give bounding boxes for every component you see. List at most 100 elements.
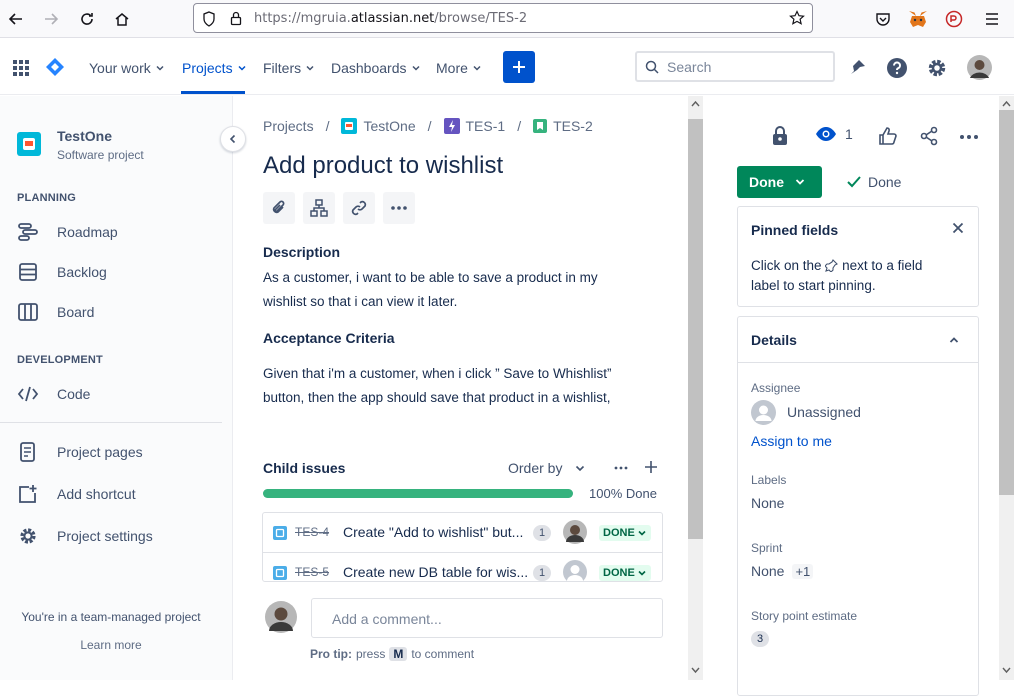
- nav-dashboards[interactable]: Dashboards: [331, 60, 422, 76]
- child-issues-more-icon[interactable]: [613, 461, 629, 475]
- notifications-icon[interactable]: [847, 58, 867, 78]
- check-icon: [847, 176, 861, 188]
- sidebar-item-project-pages[interactable]: Project pages: [17, 442, 143, 462]
- page-icon: [20, 442, 35, 462]
- story-icon: [533, 119, 548, 133]
- subtask-icon: [273, 566, 287, 580]
- top-navigation: Your work Projects Filters Dashboards Mo…: [0, 38, 1014, 95]
- eye-icon: [816, 127, 836, 141]
- right-panel-scrollbar[interactable]: [999, 96, 1014, 680]
- home-icon[interactable]: [111, 8, 133, 30]
- more-actions-button[interactable]: [383, 192, 415, 224]
- pinned-help-text: label to start pinning.: [751, 278, 876, 293]
- assignee-value[interactable]: Unassigned: [787, 404, 861, 420]
- child-issue-summary[interactable]: Create "Add to wishlist" but...: [343, 524, 523, 540]
- nav-your-work[interactable]: Your work: [89, 60, 166, 76]
- scroll-down-icon[interactable]: [1002, 666, 1011, 674]
- story-points-value[interactable]: 3: [751, 631, 769, 647]
- learn-more-link[interactable]: Learn more: [0, 638, 222, 652]
- search-input[interactable]: Search: [635, 51, 835, 82]
- issue-title[interactable]: Add product to wishlist: [263, 152, 503, 180]
- project-name: TestOne: [57, 128, 112, 144]
- add-child-issue-icon[interactable]: [644, 460, 658, 474]
- shield-icon[interactable]: [202, 11, 216, 27]
- sprint-field[interactable]: None +1: [751, 563, 814, 579]
- sidebar-item-code[interactable]: Code: [17, 384, 90, 404]
- lock-icon[interactable]: [230, 11, 242, 26]
- reload-icon[interactable]: [76, 8, 98, 30]
- nav-filters[interactable]: Filters: [263, 60, 316, 76]
- thumbs-up-icon[interactable]: [878, 126, 898, 146]
- right-scrollbar-thumb[interactable]: [999, 110, 1014, 495]
- scroll-up-icon[interactable]: [1002, 100, 1011, 108]
- breadcrumb-epic[interactable]: TES-1: [466, 118, 506, 134]
- jira-logo-icon[interactable]: [45, 57, 65, 77]
- nav-more[interactable]: More: [436, 60, 483, 76]
- table-row[interactable]: TES-4 Create "Add to wishlist" but... 1 …: [263, 513, 662, 553]
- menu-icon[interactable]: [981, 8, 1003, 30]
- breadcrumb-project[interactable]: TestOne: [363, 118, 415, 134]
- pinned-help-text: Click on the: [751, 258, 822, 273]
- order-by-button[interactable]: Order by: [508, 460, 586, 476]
- pinned-fields-title: Pinned fields: [751, 222, 839, 238]
- sidebar-item-backlog[interactable]: Backlog: [17, 262, 107, 282]
- child-issue-key[interactable]: TES-4: [295, 525, 329, 539]
- pro-tip-key: M: [389, 647, 408, 661]
- profile-avatar[interactable]: [967, 55, 992, 80]
- paperclip-icon: [272, 200, 285, 214]
- create-button[interactable]: [503, 51, 535, 83]
- sidebar-item-project-settings[interactable]: Project settings: [17, 526, 153, 546]
- help-icon[interactable]: [886, 57, 908, 79]
- table-row[interactable]: TES-5 Create new DB table for wis... 1 D…: [263, 553, 662, 581]
- chevron-down-icon: [576, 465, 585, 472]
- assign-to-me-link[interactable]: Assign to me: [751, 433, 832, 449]
- child-issue-key[interactable]: TES-5: [295, 565, 329, 579]
- add-child-issue-button[interactable]: [303, 192, 335, 224]
- pinned-fields-card: Pinned fields Click on the next to a fie…: [737, 206, 979, 307]
- pocket-icon[interactable]: [872, 8, 894, 30]
- link-issue-button[interactable]: [343, 192, 375, 224]
- metamask-extension-icon[interactable]: [907, 8, 929, 30]
- status-badge[interactable]: DONE: [599, 565, 651, 581]
- scroll-down-icon[interactable]: [691, 666, 700, 674]
- settings-icon[interactable]: [926, 57, 948, 79]
- breadcrumb-projects[interactable]: Projects: [263, 118, 314, 134]
- breadcrumb-issue[interactable]: TES-2: [553, 118, 593, 134]
- watch-button[interactable]: 1: [815, 126, 853, 142]
- more-icon[interactable]: [959, 134, 979, 140]
- assignee-label: Assignee: [751, 381, 801, 395]
- back-icon[interactable]: [5, 8, 27, 30]
- sidebar-item-board[interactable]: Board: [17, 302, 94, 322]
- project-type: Software project: [57, 148, 144, 162]
- nav-projects[interactable]: Projects: [182, 60, 248, 76]
- labels-value[interactable]: None: [751, 495, 784, 511]
- app-switcher-icon[interactable]: [12, 59, 30, 77]
- bookmark-star-icon[interactable]: [789, 10, 805, 26]
- issue-main-content: Projects / TestOne / TES-1 / TES-2 Add p…: [233, 96, 688, 680]
- progress-fill: [263, 489, 573, 498]
- main-scrollbar[interactable]: [688, 96, 703, 680]
- lock-icon[interactable]: [772, 126, 788, 146]
- sidebar-item-add-shortcut[interactable]: Add shortcut: [17, 484, 136, 504]
- details-header[interactable]: Details: [738, 317, 978, 363]
- description-text[interactable]: As a customer, i want to be able to save…: [263, 266, 643, 314]
- unassigned-avatar-icon: [751, 400, 776, 425]
- acceptance-criteria-text[interactable]: Given that i'm a customer, when i click …: [263, 362, 643, 410]
- close-icon[interactable]: [952, 222, 964, 234]
- comment-input[interactable]: Add a comment...: [311, 598, 663, 638]
- status-transition-button[interactable]: Done: [737, 166, 822, 198]
- child-issue-summary[interactable]: Create new DB table for wis...: [343, 564, 528, 580]
- url-bar[interactable]: https://mgruia.atlassian.net/browse/TES-…: [193, 3, 813, 33]
- scroll-up-icon[interactable]: [691, 100, 700, 108]
- sidebar-item-roadmap[interactable]: Roadmap: [17, 222, 118, 242]
- status-badge[interactable]: DONE: [599, 525, 651, 541]
- search-icon: [645, 60, 659, 74]
- ac-line: button, then the app should save that pr…: [263, 390, 611, 405]
- forward-icon[interactable]: [40, 8, 62, 30]
- attach-button[interactable]: [263, 192, 295, 224]
- share-icon[interactable]: [919, 126, 939, 146]
- extension-icon[interactable]: [943, 8, 965, 30]
- board-icon: [18, 303, 38, 321]
- plus-icon: [513, 61, 525, 73]
- main-scrollbar-thumb[interactable]: [688, 119, 703, 539]
